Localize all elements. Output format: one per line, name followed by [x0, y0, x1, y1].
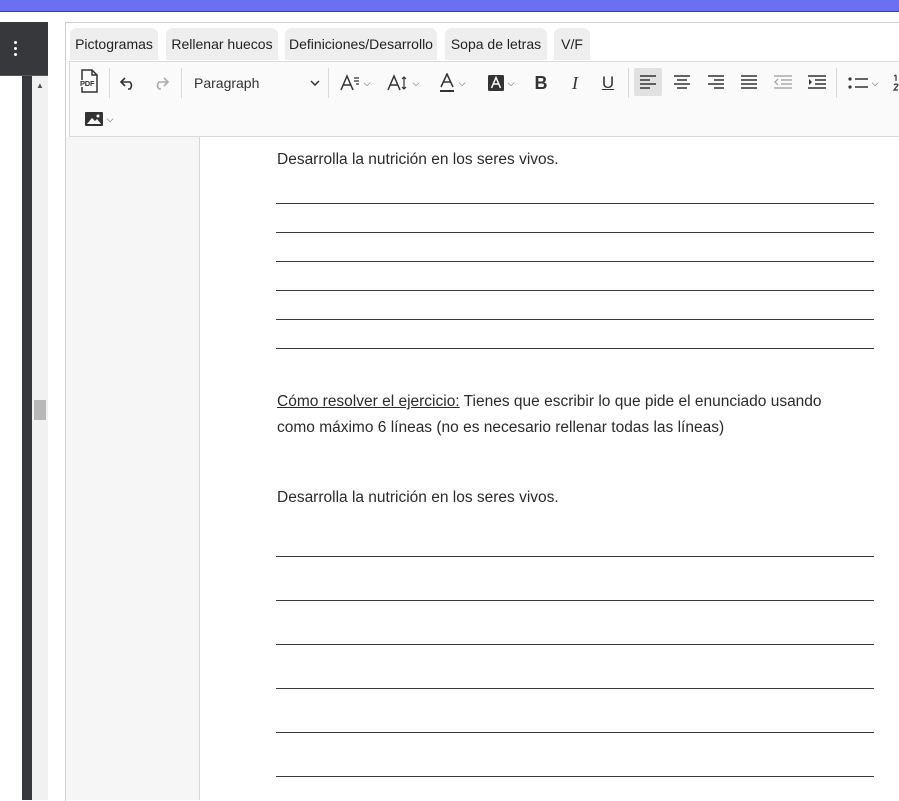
exercise-prompt-2: Desarrolla la nutrición en los seres viv…: [277, 489, 559, 506]
pdf-export-button[interactable]: PDF: [78, 68, 100, 94]
redo-button[interactable]: [149, 70, 173, 96]
answer-line: [276, 556, 874, 557]
numbered-list-button[interactable]: [890, 70, 899, 96]
chevron-down-icon: ⌵: [871, 77, 879, 88]
more-options-icon[interactable]: [8, 35, 22, 61]
scrollbar[interactable]: [32, 76, 48, 800]
answer-line: [276, 203, 874, 204]
chevron-down-icon: ⌵: [106, 113, 114, 124]
align-center-icon: [674, 75, 690, 89]
sidebar-scroll-track: [22, 76, 32, 800]
italic-button[interactable]: I: [563, 70, 587, 96]
instructions-label: Cómo resolver el ejercicio:: [277, 393, 460, 410]
top-accent-bar: [0, 0, 899, 11]
toolbar-separator: [109, 68, 110, 98]
top-accent-divider: [0, 11, 899, 12]
answer-line: [276, 261, 874, 262]
scrollbar-thumb[interactable]: [34, 400, 46, 420]
align-right-button[interactable]: [702, 68, 730, 96]
answer-line: [276, 776, 874, 777]
highlight-color-icon: [487, 75, 504, 91]
toolbar-separator: [328, 68, 329, 98]
tab-rellenar-huecos[interactable]: Rellenar huecos: [166, 28, 278, 60]
chevron-down-icon: ⌵: [412, 77, 420, 88]
scroll-up-arrow-icon[interactable]: ▲: [32, 78, 48, 94]
instructions-line-2: como máximo 6 líneas (no es necesario re…: [277, 419, 725, 436]
highlight-color-button[interactable]: ⌵: [481, 70, 521, 96]
font-color-icon: [439, 73, 454, 92]
bold-button[interactable]: B: [529, 70, 553, 96]
block-format-value: Paragraph: [194, 75, 260, 91]
answer-line: [276, 688, 874, 689]
align-justify-button[interactable]: [735, 68, 763, 96]
font-family-button[interactable]: ⌵: [335, 70, 375, 96]
outdent-icon: [774, 75, 792, 89]
toolbar-separator: [836, 68, 837, 98]
instructions-line-1: Cómo resolver el ejercicio: Tienes que e…: [277, 389, 822, 415]
document-page[interactable]: [200, 137, 899, 800]
bulleted-list-button[interactable]: ⌵: [842, 70, 884, 96]
tab-sopa-de-letras[interactable]: Sopa de letras: [445, 28, 547, 60]
insert-image-button[interactable]: ⌵: [78, 107, 120, 131]
editor-toolbar: PDF Paragraph ⌵ ⌵ ⌵ ⌵ B I U ⌵ ⌵: [69, 61, 899, 137]
instructions-text: Tienes que escribir lo que pide el enunc…: [459, 393, 822, 410]
bulleted-list-icon: [847, 77, 868, 89]
toolbar-separator: [181, 68, 182, 98]
outdent-button[interactable]: [769, 68, 797, 96]
underline-button[interactable]: U: [596, 70, 620, 96]
answer-line: [276, 290, 874, 291]
template-tabs: Pictogramas Rellenar huecos Definiciones…: [66, 23, 899, 61]
tab-verdadero-falso[interactable]: V/F: [554, 28, 590, 60]
indent-icon: [808, 75, 826, 89]
indent-button[interactable]: [803, 68, 831, 96]
numbered-list-icon: [892, 74, 899, 91]
undo-button[interactable]: [116, 70, 140, 96]
redo-icon: [156, 77, 170, 90]
align-justify-icon: [741, 75, 757, 89]
toolbar-separator: [628, 68, 629, 98]
exercise-prompt-1: Desarrolla la nutrición en los seres viv…: [277, 151, 559, 168]
align-left-button[interactable]: [634, 68, 662, 96]
answer-line: [276, 732, 874, 733]
answer-line: [276, 319, 874, 320]
align-left-icon: [640, 75, 656, 89]
tab-definiciones-desarrollo[interactable]: Definiciones/Desarrollo: [285, 28, 437, 60]
chevron-down-icon: [310, 80, 320, 86]
align-center-button[interactable]: [668, 68, 696, 96]
font-size-button[interactable]: ⌵: [383, 70, 423, 96]
chevron-down-icon: ⌵: [363, 77, 371, 88]
chevron-down-icon: ⌵: [507, 77, 515, 88]
image-icon: [84, 112, 103, 126]
answer-line: [276, 232, 874, 233]
font-size-icon: [386, 74, 407, 91]
pdf-label: PDF: [80, 79, 95, 88]
font-color-button[interactable]: ⌵: [434, 70, 470, 96]
font-family-icon: [339, 74, 359, 91]
align-right-icon: [708, 75, 724, 89]
menu-block: [0, 22, 48, 76]
chevron-down-icon: ⌵: [458, 77, 466, 88]
tab-pictogramas[interactable]: Pictogramas: [70, 28, 158, 60]
answer-line: [276, 600, 874, 601]
document-gutter: [66, 137, 200, 800]
block-format-select[interactable]: Paragraph: [185, 70, 320, 96]
answer-line: [276, 348, 874, 349]
undo-icon: [119, 77, 133, 90]
answer-line: [276, 644, 874, 645]
